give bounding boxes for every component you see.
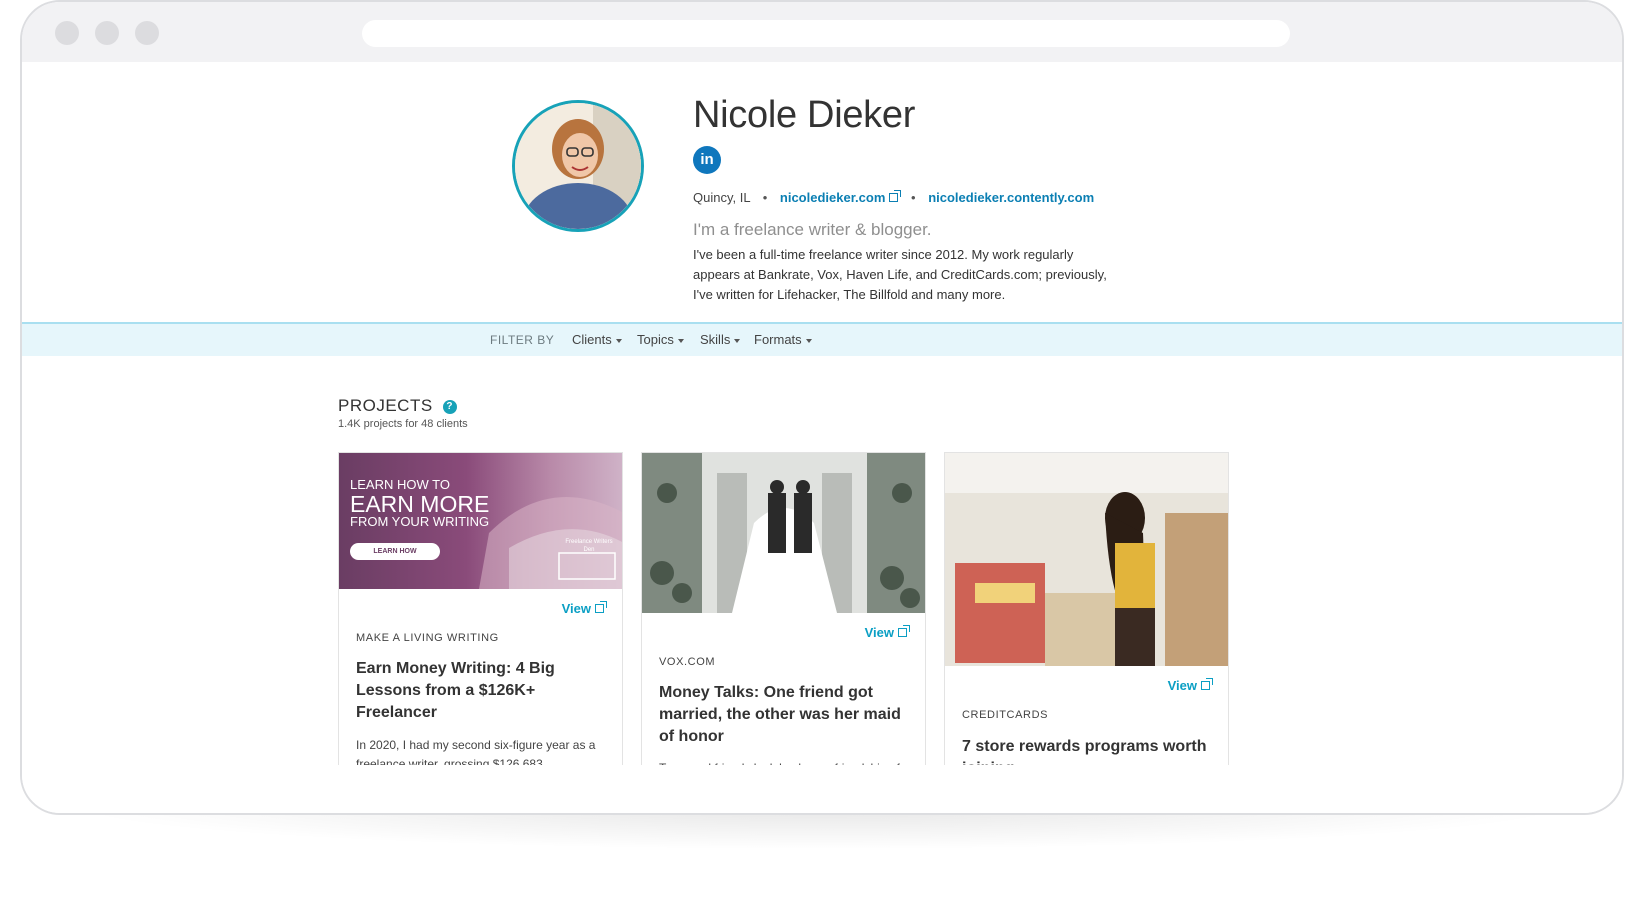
separator-dot: •	[911, 190, 916, 205]
external-link-icon	[1201, 678, 1213, 690]
project-thumbnail	[642, 453, 925, 613]
external-link-icon	[898, 625, 910, 637]
external-link-icon	[889, 190, 902, 202]
filter-skills-dropdown[interactable]: Skills	[700, 332, 741, 347]
view-link[interactable]: View	[561, 601, 607, 616]
projects-summary: 1.4K projects for 48 clients	[338, 418, 468, 430]
viewport-bottom-edge	[22, 765, 1622, 813]
website-link[interactable]: nicoledieker.com	[779, 190, 902, 205]
projects-heading: PROJECTS?	[338, 396, 457, 416]
window-close-dot[interactable]	[55, 21, 79, 45]
view-link[interactable]: View	[864, 625, 910, 640]
profile-bio: I've been a full-time freelance writer s…	[693, 247, 1107, 302]
address-bar[interactable]	[362, 20, 1290, 47]
caret-down-icon	[677, 338, 684, 343]
view-link[interactable]: View	[1167, 678, 1213, 693]
card-excerpt: In 2020, I had my second six-figure year…	[356, 738, 596, 767]
external-link-icon	[595, 601, 607, 613]
filter-formats-dropdown[interactable]: Formats	[754, 332, 812, 347]
profile-meta: Quincy, IL • nicoledieker.com • nicoledi…	[693, 190, 1094, 205]
card-title[interactable]: Money Talks: One friend got married, the…	[659, 682, 914, 748]
filter-label: FILTER BY	[490, 333, 555, 347]
avatar	[512, 100, 644, 232]
linkedin-icon[interactable]: in	[693, 146, 721, 174]
separator-dot: •	[762, 190, 768, 205]
card-source: MAKE A LIVING WRITING	[356, 632, 499, 644]
filter-skills-label: Skills	[700, 332, 731, 347]
help-icon[interactable]: ?	[442, 399, 457, 414]
filter-topics-label: Topics	[637, 332, 674, 347]
projects-heading-text: PROJECTS	[338, 396, 433, 415]
ad-line1: LEARN HOW TO	[350, 477, 450, 492]
window-minimize-dot[interactable]	[95, 21, 119, 45]
portfolio-link[interactable]: nicoledieker.contently.com	[928, 190, 1094, 205]
project-card[interactable]: LEARN HOW TO EARN MORE FROM YOUR WRITING…	[338, 452, 623, 767]
browser-window: Nicole Dieker in Quincy, IL • nicolediek…	[20, 0, 1624, 815]
location-text: Quincy, IL	[693, 190, 751, 205]
ad-line3: FROM YOUR WRITING	[350, 514, 490, 529]
profile-header: Nicole Dieker in Quincy, IL • nicolediek…	[22, 62, 1622, 340]
filter-formats-label: Formats	[754, 332, 802, 347]
filter-bar: FILTER BY Clients Topics Skills Formats	[22, 322, 1622, 356]
card-title[interactable]: Earn Money Writing: 4 Big Lessons from a…	[356, 658, 611, 724]
view-link-text: View	[1167, 678, 1197, 693]
ad-brand: Freelance Writers Den	[565, 539, 613, 553]
filter-clients-dropdown[interactable]: Clients	[572, 332, 622, 347]
project-card[interactable]: View CREDITCARDS 7 store rewards program…	[944, 452, 1229, 767]
caret-down-icon	[615, 338, 622, 343]
card-source: VOX.COM	[659, 656, 716, 668]
view-link-text: View	[864, 625, 894, 640]
filter-clients-label: Clients	[572, 332, 612, 347]
caret-down-icon	[805, 338, 812, 343]
website-link-text: nicoledieker.com	[779, 190, 886, 205]
profile-tagline: I'm a freelance writer & blogger.	[693, 220, 932, 239]
profile-name: Nicole Dieker	[693, 94, 916, 136]
card-source: CREDITCARDS	[962, 709, 1049, 721]
project-card[interactable]: View VOX.COM Money Talks: One friend got…	[641, 452, 926, 767]
project-thumbnail	[945, 453, 1228, 666]
ad-learn-how-button: LEARN HOW	[350, 543, 440, 560]
card-title[interactable]: 7 store rewards programs worth joining	[962, 736, 1217, 766]
filter-topics-dropdown[interactable]: Topics	[637, 332, 684, 347]
window-maximize-dot[interactable]	[135, 21, 159, 45]
view-link-text: View	[561, 601, 591, 616]
browser-titlebar	[22, 2, 1622, 62]
project-thumbnail: LEARN HOW TO EARN MORE FROM YOUR WRITING…	[339, 453, 622, 589]
caret-down-icon	[734, 338, 741, 343]
